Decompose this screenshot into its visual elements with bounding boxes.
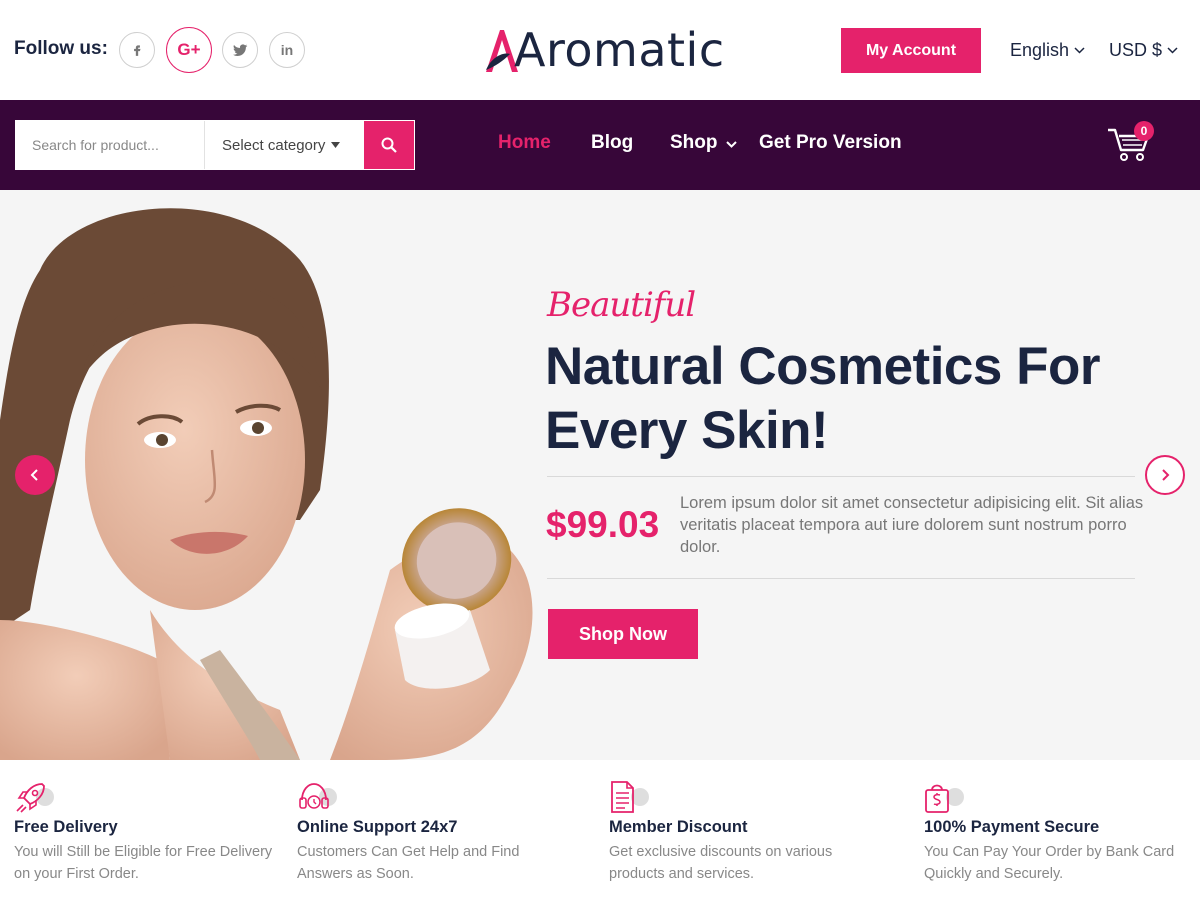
shop-now-button[interactable]: Shop Now <box>548 609 698 659</box>
language-select[interactable]: English <box>1010 40 1085 61</box>
feature-title: Online Support 24x7 <box>297 818 458 836</box>
hero-slider: Beautiful Natural Cosmetics For Every Sk… <box>0 190 1200 760</box>
nav-shop[interactable]: Shop <box>670 132 737 154</box>
my-account-button[interactable]: My Account <box>841 28 981 73</box>
headset-icon <box>299 783 329 809</box>
secure-bag-icon <box>925 784 949 813</box>
feature-title: 100% Payment Secure <box>924 818 1100 836</box>
language-value: English <box>1010 40 1070 60</box>
search-button[interactable] <box>364 121 414 169</box>
search-icon <box>381 137 397 153</box>
search-input[interactable] <box>16 121 204 169</box>
document-icon <box>611 781 634 813</box>
feature-description: Customers Can Get Help and Find Answers … <box>297 844 520 882</box>
linkedin-glyph: in <box>280 42 294 58</box>
top-header: Follow us: G+ in Aromatic My Account Eng… <box>0 0 1200 100</box>
feature-title: Free Delivery <box>14 818 118 836</box>
facebook-icon[interactable] <box>119 32 155 68</box>
rocket-icon <box>16 783 45 813</box>
logo-text: Aromatic <box>514 23 725 77</box>
feature-description: You will Still be Eligible for Free Deli… <box>14 844 273 882</box>
feature-description: Get exclusive discounts on various produ… <box>609 844 833 882</box>
product-search: Select category <box>15 120 415 170</box>
chevron-left-icon <box>30 469 38 481</box>
slider-prev-button[interactable] <box>15 455 55 495</box>
currency-select[interactable]: USD $ <box>1109 40 1178 61</box>
hero-headline-line2: Every Skin! <box>545 401 829 460</box>
category-select[interactable]: Select category <box>204 121 364 169</box>
cart-count-badge: 0 <box>1134 121 1154 141</box>
hero-model-image <box>0 208 533 760</box>
chevron-down-icon <box>726 141 737 148</box>
currency-value: USD $ <box>1109 40 1163 60</box>
nav-get-pro[interactable]: Get Pro Version <box>759 132 902 154</box>
hero-description: Lorem ipsum dolor sit amet consectetur a… <box>680 494 1144 556</box>
hero-headline-line1: Natural Cosmetics For <box>545 337 1100 396</box>
google-plus-glyph: G+ <box>177 40 201 59</box>
main-nav-bar: Select category Home Blog Shop Get Pro V… <box>0 100 1200 190</box>
linkedin-icon[interactable]: in <box>269 32 305 68</box>
slider-next-button[interactable] <box>1145 455 1185 495</box>
hero-headline: Natural Cosmetics For Every Skin! <box>545 335 1145 463</box>
category-value: Select category <box>222 136 326 154</box>
hero-price: $99.03 <box>546 504 660 545</box>
caret-down-icon <box>331 142 341 148</box>
chevron-down-icon <box>1074 47 1085 54</box>
google-plus-icon[interactable]: G+ <box>166 27 212 73</box>
chevron-down-icon <box>1167 47 1178 54</box>
feature-description: You Can Pay Your Order by Bank Card Quic… <box>924 844 1175 882</box>
divider <box>547 578 1135 579</box>
hero-eyebrow: Beautiful <box>547 285 696 325</box>
follow-us-label: Follow us: <box>14 38 108 59</box>
site-logo[interactable]: Aromatic <box>484 23 725 77</box>
nav-shop-label: Shop <box>670 132 718 153</box>
nav-home[interactable]: Home <box>498 132 551 154</box>
feature-title: Member Discount <box>609 818 748 836</box>
nav-blog[interactable]: Blog <box>591 132 633 154</box>
chevron-right-icon <box>1162 469 1170 481</box>
divider <box>547 476 1135 477</box>
twitter-icon[interactable] <box>222 32 258 68</box>
